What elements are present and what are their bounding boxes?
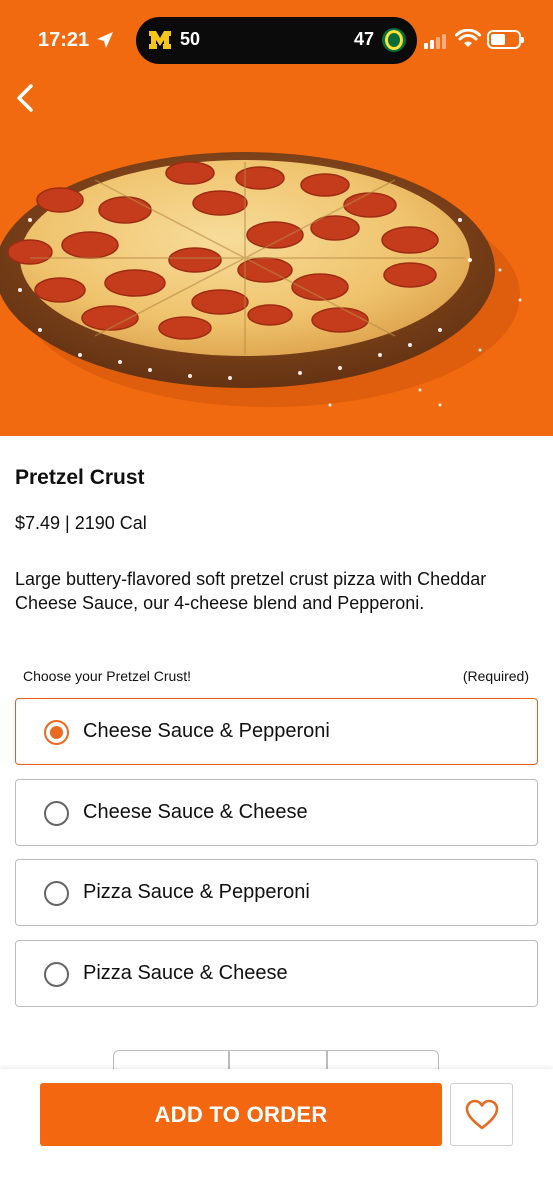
battery-icon <box>487 30 524 49</box>
favorite-button[interactable] <box>450 1083 513 1146</box>
option-label: Cheese Sauce & Pepperoni <box>83 720 330 742</box>
product-title: Pretzel Crust <box>15 466 145 489</box>
location-arrow-icon <box>97 32 113 48</box>
status-time: 17:21 <box>38 29 90 51</box>
option-cheese-sauce-cheese[interactable]: Cheese Sauce & Cheese <box>15 779 538 846</box>
status-bar: 17:21 50 47 <box>0 0 553 80</box>
option-label: Cheese Sauce & Cheese <box>83 801 308 823</box>
michigan-logo-icon <box>149 31 171 49</box>
oregon-logo-icon <box>382 28 406 52</box>
radio-unselected-icon[interactable] <box>44 801 69 826</box>
pizza-image <box>0 152 522 407</box>
radio-selected-icon[interactable] <box>44 720 69 745</box>
add-to-order-button[interactable]: ADD TO ORDER <box>40 1083 442 1146</box>
option-label: Pizza Sauce & Pepperoni <box>83 881 310 903</box>
radio-unselected-icon[interactable] <box>44 962 69 987</box>
choice-group-label: Choose your Pretzel Crust! <box>23 668 192 684</box>
option-label: Pizza Sauce & Cheese <box>83 962 288 984</box>
option-pizza-sauce-pepperoni[interactable]: Pizza Sauce & Pepperoni <box>15 859 538 926</box>
radio-unselected-icon[interactable] <box>44 881 69 906</box>
score-left: 50 <box>180 29 201 49</box>
score-right: 47 <box>354 29 375 49</box>
heart-icon <box>465 1099 498 1129</box>
wifi-icon <box>455 29 481 47</box>
option-cheese-sauce-pepperoni[interactable]: Cheese Sauce & Pepperoni <box>15 698 538 765</box>
product-price-calories: $7.49 | 2190 Cal <box>15 513 147 533</box>
product-description: Large buttery-flavored soft pretzel crus… <box>15 569 487 613</box>
product-hero: 17:21 50 47 <box>0 0 553 436</box>
bottom-action-bar: ADD TO ORDER <box>0 1069 553 1200</box>
option-pizza-sauce-cheese[interactable]: Pizza Sauce & Cheese <box>15 940 538 1007</box>
dynamic-island-scores[interactable]: 50 47 <box>136 17 417 64</box>
back-chevron-icon[interactable] <box>10 80 42 116</box>
required-badge: (Required) <box>462 668 529 684</box>
